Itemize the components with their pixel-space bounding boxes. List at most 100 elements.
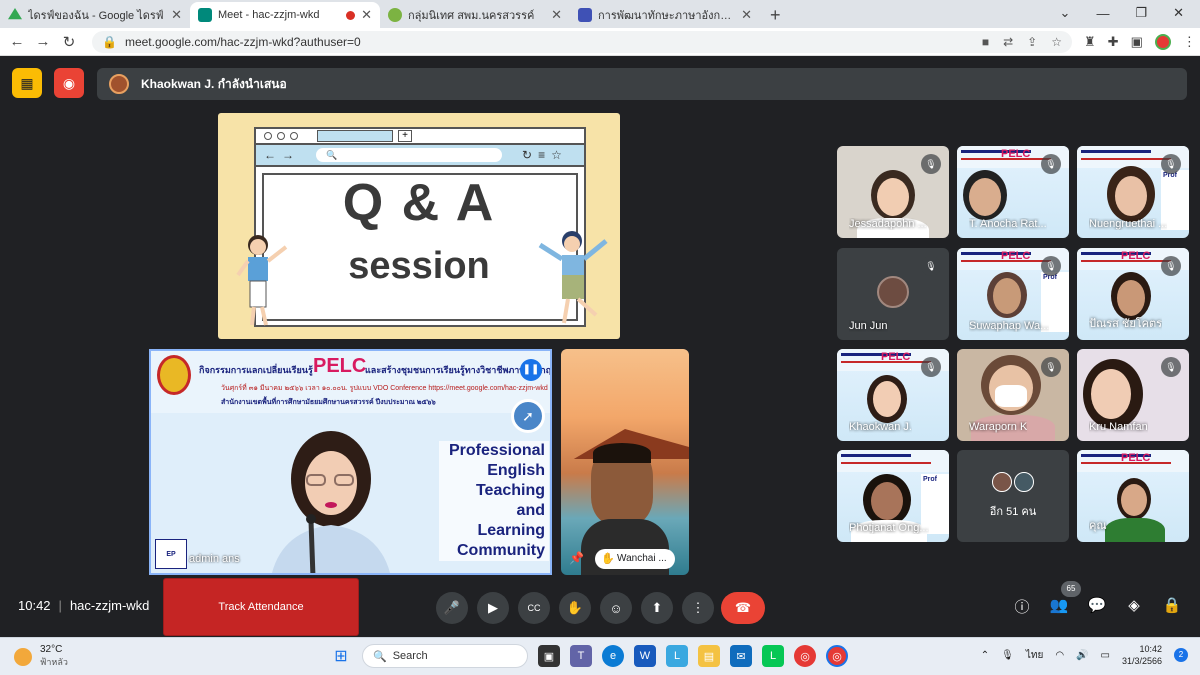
- participant-tile[interactable]: PELC 🎙 T. Anocha Rat...: [957, 146, 1069, 238]
- plus-icon: +: [398, 130, 412, 142]
- activities-icon[interactable]: ◈: [1122, 596, 1146, 620]
- language-indicator[interactable]: ไทย: [1026, 648, 1043, 663]
- presenter-tile[interactable]: กิจกรรมการแลกเปลี่ยนเรียนรู้ PELC และสร้…: [149, 349, 552, 575]
- back-icon[interactable]: ←: [4, 33, 30, 50]
- share-icon[interactable]: ⇪: [1027, 35, 1037, 49]
- track-attendance-button[interactable]: Track Attendance: [163, 578, 359, 636]
- tab-supervision[interactable]: กลุ่มนิเทศ สพม.นครสวรรค์ ✕: [380, 2, 570, 28]
- participant-tile[interactable]: 🎙 Kru Namfan: [1077, 349, 1189, 441]
- search-icon: 🔍: [373, 650, 387, 663]
- more-participants-tile[interactable]: อีก 51 คน: [957, 450, 1069, 542]
- microphone-icon[interactable]: 🎙: [1001, 650, 1014, 661]
- windows-start-icon[interactable]: ⊞: [330, 645, 352, 667]
- profile-avatar[interactable]: [1154, 33, 1171, 50]
- participant-tile[interactable]: Prof 🎙 Nuengruethai ...: [1077, 146, 1189, 238]
- slogan-line: Community: [457, 542, 545, 559]
- speaker-icon[interactable]: 🔊: [1076, 650, 1088, 661]
- participant-tile[interactable]: 🎙 Jessadapohn ...: [837, 146, 949, 238]
- participant-tile-wanchai[interactable]: 📌 ✋ Wanchai ...: [561, 349, 689, 575]
- close-icon[interactable]: ✕: [171, 7, 182, 23]
- chrome-icon[interactable]: ◎: [794, 645, 816, 667]
- temperature: 32°C: [40, 644, 63, 655]
- host-controls-icon[interactable]: 🔒: [1160, 596, 1184, 620]
- participant-hair: [593, 443, 651, 463]
- mic-off-icon: 🎙: [1041, 154, 1061, 174]
- mail-icon[interactable]: ✉: [730, 645, 752, 667]
- more-options-icon[interactable]: ⋮: [682, 592, 714, 624]
- participant-tile[interactable]: 🎙 Jun Jun: [837, 248, 949, 340]
- app-l-icon[interactable]: L: [666, 645, 688, 667]
- present-icon[interactable]: ⬆: [641, 592, 673, 624]
- bookmark-star-icon[interactable]: ☆: [1051, 35, 1062, 49]
- tab-meet[interactable]: Meet - hac-zzjm-wkd ✕: [190, 2, 380, 28]
- tab-title: กลุ่มนิเทศ สพม.นครสวรรค์: [408, 10, 535, 22]
- captions-icon[interactable]: CC: [518, 592, 550, 624]
- url-field[interactable]: 🔒 meet.google.com/hac-zzjm-wkd?authuser=…: [92, 30, 1072, 53]
- line-icon[interactable]: L: [762, 645, 784, 667]
- reload-icon[interactable]: ↻: [56, 33, 82, 51]
- participant-tile[interactable]: PELC 🎙 ปัณรส ชัยโคตร: [1077, 248, 1189, 340]
- stop-presenting-icon[interactable]: ▦: [12, 68, 42, 98]
- wifi-icon[interactable]: ◠: [1055, 650, 1064, 661]
- task-view-icon[interactable]: ▣: [538, 645, 560, 667]
- tab-title: ไดรฟ์ของฉัน - Google ไดรฟ์: [28, 10, 164, 22]
- puzzle-icon[interactable]: ✚: [1108, 34, 1119, 50]
- word-icon[interactable]: W: [634, 645, 656, 667]
- folder-icon[interactable]: ▤: [698, 645, 720, 667]
- slogan-line: Teaching: [475, 482, 545, 499]
- info-icon[interactable]: ⓘ: [1010, 596, 1034, 620]
- raise-hand-icon[interactable]: ✋: [559, 592, 591, 624]
- taskbar-clock[interactable]: 10:42 31/3/2566: [1122, 643, 1162, 667]
- sidebar-icon[interactable]: ▣: [1131, 34, 1143, 50]
- chat-icon[interactable]: 💬: [1085, 596, 1109, 620]
- edge-icon[interactable]: e: [602, 645, 624, 667]
- restore-icon[interactable]: ❐: [1135, 5, 1147, 21]
- tab-drive[interactable]: ไดรฟ์ของฉัน - Google ไดรฟ์ ✕: [0, 2, 190, 28]
- rocket-icon: ➚: [511, 399, 545, 433]
- weather-widget[interactable]: 32°C ฟ้าหลัว: [14, 644, 68, 669]
- participant-tile[interactable]: PELC Prof 🎙 Suwaphap Wa...: [957, 248, 1069, 340]
- participant-face: [1091, 369, 1131, 419]
- people-icon[interactable]: 👥: [1047, 596, 1071, 620]
- chrome-profile-icon[interactable]: ◎: [826, 645, 848, 667]
- address-bar: ← → ↻ 🔒 meet.google.com/hac-zzjm-wkd?aut…: [0, 28, 1200, 56]
- translate-icon[interactable]: ⇄: [1003, 35, 1013, 49]
- notification-badge[interactable]: 2: [1174, 648, 1188, 662]
- close-icon[interactable]: ✕: [551, 7, 562, 23]
- camera-icon[interactable]: ■: [982, 35, 989, 49]
- chevron-down-icon[interactable]: ⌄: [1060, 5, 1071, 21]
- close-icon[interactable]: ✕: [741, 7, 752, 23]
- close-icon[interactable]: ✕: [361, 7, 372, 23]
- end-call-icon[interactable]: ☎: [721, 592, 765, 624]
- extension-icon[interactable]: ♜: [1084, 34, 1096, 50]
- pin-icon[interactable]: 📌: [569, 551, 584, 565]
- menu-icon[interactable]: ⋮: [1183, 34, 1196, 50]
- participant-tile[interactable]: 🎙 Waraporn K: [957, 349, 1069, 441]
- participant-tile[interactable]: PELC 🎙 Khaokwan J.: [837, 349, 949, 441]
- taskbar-search[interactable]: 🔍 Search: [362, 644, 528, 668]
- close-window-icon[interactable]: ✕: [1173, 5, 1184, 21]
- tab-shape: [317, 130, 393, 142]
- record-icon[interactable]: ◉: [54, 68, 84, 98]
- camera-icon[interactable]: ▶: [477, 592, 509, 624]
- mic-icon[interactable]: 🎤: [436, 592, 468, 624]
- teams-icon[interactable]: T: [570, 645, 592, 667]
- pelc-label: PELC: [1001, 148, 1031, 160]
- name-chip: ✋ Wanchai ...: [595, 549, 675, 569]
- participant-count-badge: 65: [1061, 581, 1081, 597]
- forward-icon[interactable]: →: [30, 33, 56, 50]
- battery-icon[interactable]: ▭: [1101, 650, 1110, 661]
- meeting-code: hac-zzjm-wkd: [69, 598, 150, 613]
- pelc-label: PELC: [1121, 250, 1151, 262]
- tab-english[interactable]: การพัฒนาทักษะภาษาอังกฤษ English ✕: [570, 2, 760, 28]
- participant-tile[interactable]: Prof Photjanat Ong...: [837, 450, 949, 542]
- slogan-line: Professional: [448, 442, 545, 459]
- minimize-icon[interactable]: —: [1096, 6, 1109, 21]
- new-tab-button[interactable]: +: [760, 2, 791, 28]
- girl-illustration: [236, 235, 288, 326]
- self-view-tile[interactable]: PELC คุณ: [1077, 450, 1189, 542]
- chevron-up-icon[interactable]: ⌃: [981, 650, 989, 661]
- mic-off-icon: 🎙: [1161, 256, 1181, 276]
- emoji-icon[interactable]: ☺: [600, 592, 632, 624]
- banner-date: วันศุกร์ที่ ๓๑ มีนาคม ๒๕๖๖ เวลา ๑๐.๐๐น. …: [221, 385, 548, 392]
